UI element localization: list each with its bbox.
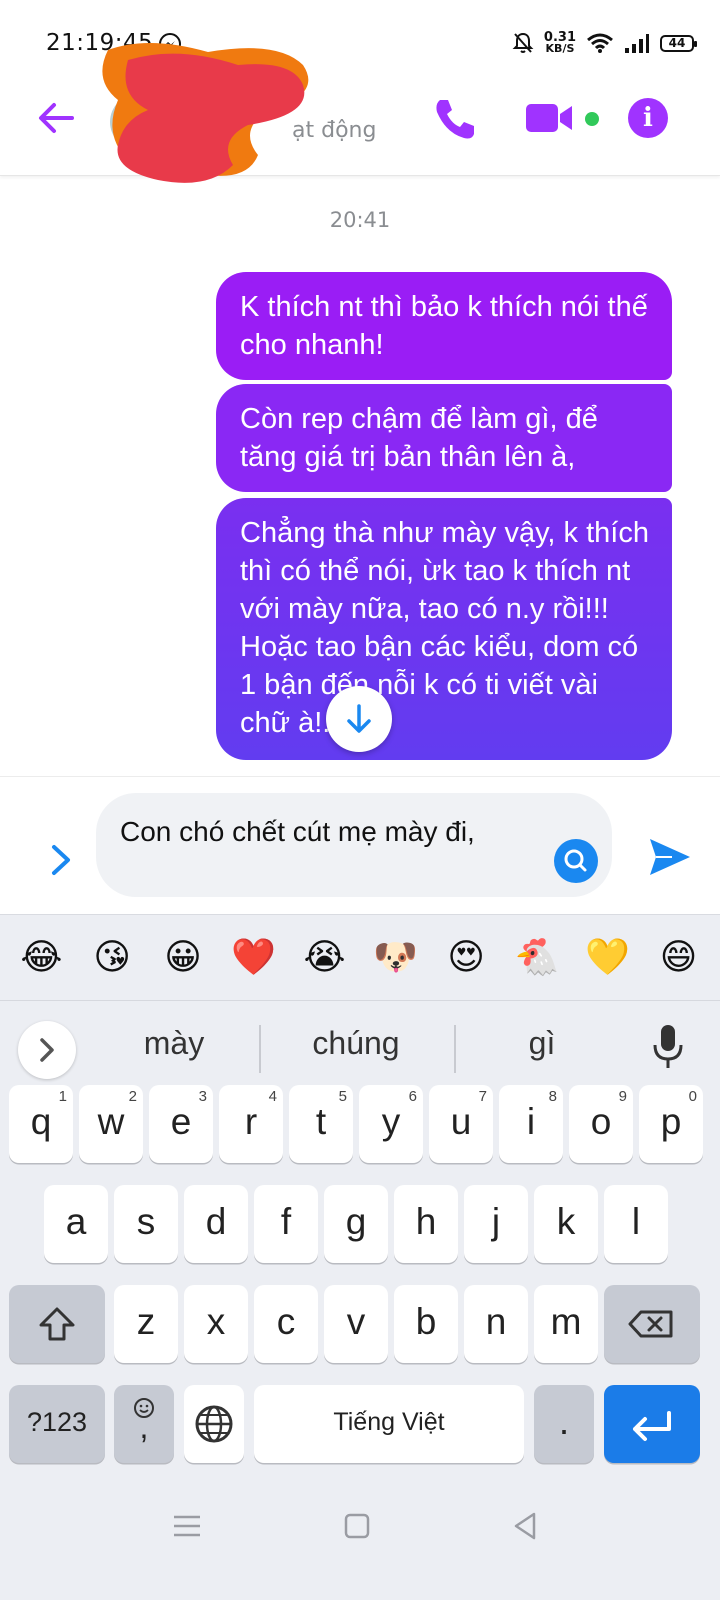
key-o[interactable]: o9	[569, 1085, 633, 1163]
search-button[interactable]	[554, 839, 598, 883]
emoji-key[interactable]: 🐶	[365, 928, 425, 988]
emoji-key[interactable]: 😭	[295, 928, 355, 988]
key-f[interactable]: f	[254, 1185, 318, 1263]
key-s[interactable]: s	[114, 1185, 178, 1263]
suggestion-divider	[259, 1025, 261, 1073]
message-bubble[interactable]: Còn rep chậm để làm gì, để tăng giá trị …	[216, 384, 672, 492]
contact-status: ạt động	[292, 118, 377, 143]
signal-icon	[625, 34, 649, 53]
language-key[interactable]	[184, 1385, 244, 1463]
emoji-key[interactable]: 😍	[436, 928, 496, 988]
send-icon[interactable]	[648, 835, 692, 879]
backspace-icon	[628, 1310, 673, 1338]
word-suggestion[interactable]: gì	[452, 1025, 632, 1062]
enter-key[interactable]	[604, 1385, 700, 1463]
emoji-comma-key[interactable]: ,	[114, 1385, 174, 1463]
suggestion-expand-button[interactable]	[18, 1021, 76, 1079]
status-icons: 0.31 KB/S 44	[512, 28, 697, 58]
mute-bell-icon	[512, 32, 534, 53]
wifi-icon	[587, 33, 613, 53]
key-w[interactable]: w2	[79, 1085, 143, 1163]
key-x[interactable]: x	[184, 1285, 248, 1363]
key-h[interactable]: h	[394, 1185, 458, 1263]
period-key[interactable]: .	[534, 1385, 594, 1463]
back-arrow-icon[interactable]	[36, 98, 76, 138]
chevron-right-icon[interactable]	[44, 843, 78, 877]
key-v[interactable]: v	[324, 1285, 388, 1363]
space-key[interactable]: Tiếng Việt	[254, 1385, 524, 1463]
info-icon[interactable]: i	[628, 98, 668, 138]
key-d[interactable]: d	[184, 1185, 248, 1263]
word-suggestion[interactable]: mày	[84, 1025, 264, 1062]
emoji-key[interactable]: 😘	[82, 928, 142, 988]
menu-icon[interactable]	[170, 1509, 204, 1543]
key-i[interactable]: i8	[499, 1085, 563, 1163]
key-z[interactable]: z	[114, 1285, 178, 1363]
video-icon[interactable]	[526, 98, 574, 138]
emoji-suggestion-row: 😂 😘 😀 ❤️ 😭 🐶 😍 🐔 💛 😄	[0, 915, 720, 1001]
key-y[interactable]: y6	[359, 1085, 423, 1163]
word-suggestion[interactable]: chúng	[266, 1025, 446, 1062]
key-n[interactable]: n	[464, 1285, 528, 1363]
online-indicator	[585, 112, 599, 126]
keyboard: 😂 😘 😀 ❤️ 😭 🐶 😍 🐔 💛 😄 mày chúng gì q1 w2 …	[0, 914, 720, 1600]
key-a[interactable]: a	[44, 1185, 108, 1263]
net-speed: 0.31 KB/S	[543, 30, 576, 55]
key-b[interactable]: b	[394, 1285, 458, 1363]
globe-icon	[195, 1405, 233, 1443]
chat-header: ạt động i	[0, 42, 720, 183]
key-k[interactable]: k	[534, 1185, 598, 1263]
key-e[interactable]: e3	[149, 1085, 213, 1163]
shift-key[interactable]	[9, 1285, 105, 1363]
mic-icon[interactable]	[650, 1023, 686, 1071]
key-t[interactable]: t5	[289, 1085, 353, 1163]
key-u[interactable]: u7	[429, 1085, 493, 1163]
message-timestamp: 20:41	[329, 208, 391, 232]
symbols-key[interactable]: ?123	[9, 1385, 105, 1463]
phone-icon[interactable]	[432, 96, 478, 142]
emoji-key[interactable]: ❤️	[224, 928, 284, 988]
scroll-to-bottom-button[interactable]	[326, 686, 392, 752]
emoji-key[interactable]: 💛	[578, 928, 638, 988]
key-p[interactable]: p0	[639, 1085, 703, 1163]
arrow-down-icon	[347, 704, 371, 733]
key-q[interactable]: q1	[9, 1085, 73, 1163]
shift-icon	[39, 1307, 75, 1341]
back-icon[interactable]	[508, 1509, 542, 1543]
emoji-key[interactable]: 😂	[11, 928, 71, 988]
key-c[interactable]: c	[254, 1285, 318, 1363]
search-icon	[564, 849, 587, 872]
emoji-key[interactable]: 🐔	[507, 928, 567, 988]
key-j[interactable]: j	[464, 1185, 528, 1263]
message-bubble[interactable]: K thích nt thì bảo k thích nói thế cho n…	[216, 272, 672, 380]
battery-icon: 44	[660, 34, 697, 52]
emoji-key[interactable]: 😄	[649, 928, 709, 988]
key-m[interactable]: m	[534, 1285, 598, 1363]
home-icon[interactable]	[340, 1509, 374, 1543]
emoji-key[interactable]: 😀	[153, 928, 213, 988]
enter-icon	[633, 1411, 671, 1441]
key-r[interactable]: r4	[219, 1085, 283, 1163]
message-bubble[interactable]: Chẳng thà như mày vậy, k thích thì có th…	[216, 498, 672, 760]
message-composer: Con chó chết cút mẹ mày đi,	[0, 776, 720, 914]
key-l[interactable]: l	[604, 1185, 668, 1263]
chevron-right-icon	[40, 1038, 54, 1062]
backspace-key[interactable]	[604, 1285, 700, 1363]
message-input[interactable]: Con chó chết cút mẹ mày đi,	[96, 793, 612, 897]
key-g[interactable]: g	[324, 1185, 388, 1263]
